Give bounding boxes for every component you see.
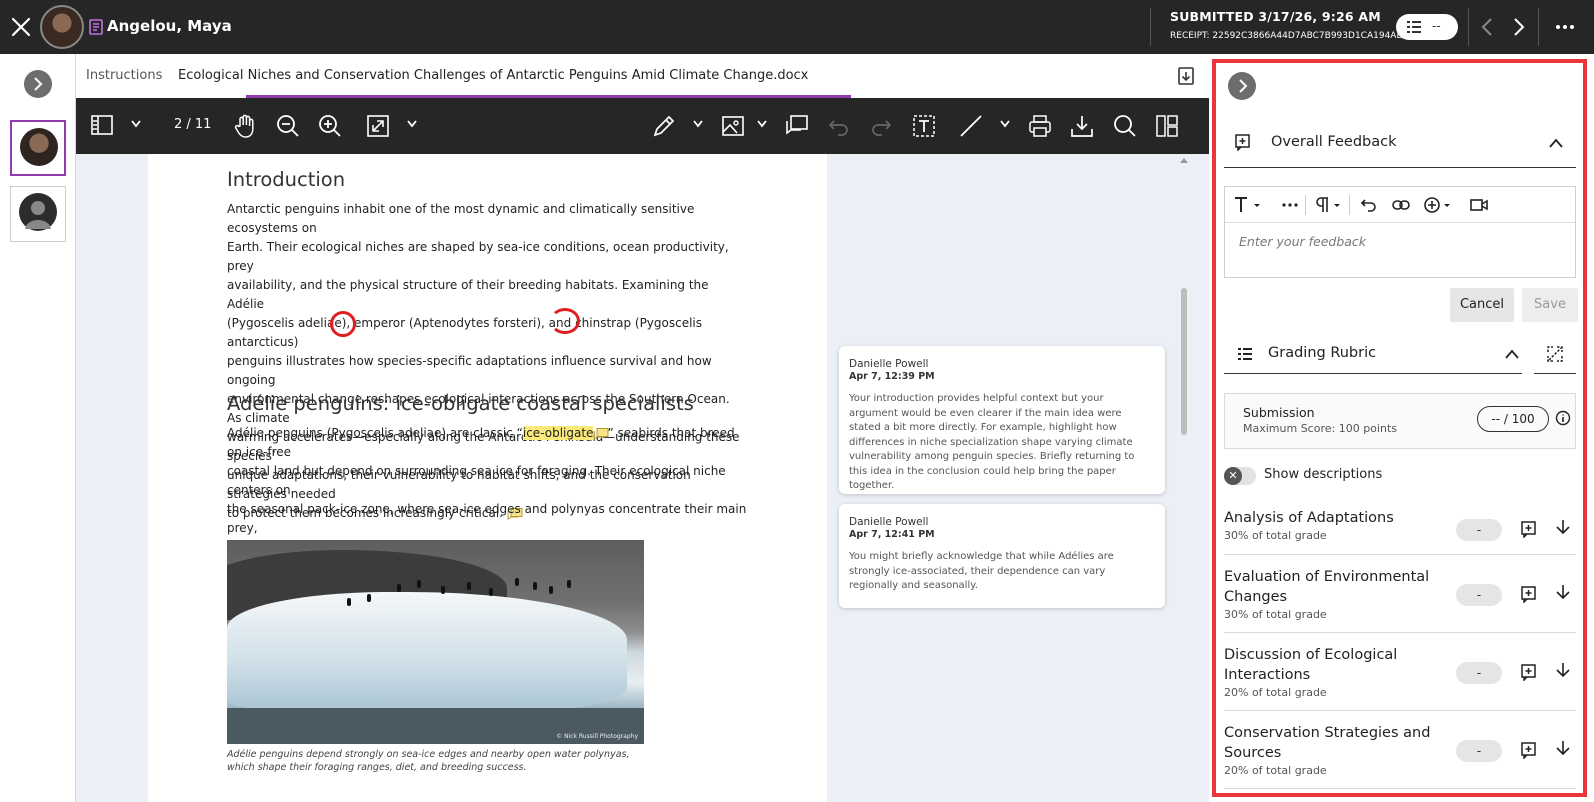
penguin-figure — [347, 598, 351, 606]
grade-pill[interactable]: -- — [1396, 14, 1458, 40]
circle-annotation[interactable] — [550, 308, 580, 334]
pan-hand-icon[interactable] — [232, 113, 258, 139]
close-icon[interactable] — [8, 14, 34, 40]
chevron-down-icon[interactable] — [999, 119, 1011, 129]
zoom-in-icon[interactable] — [317, 113, 343, 139]
grade-pill-value: -- — [1432, 19, 1441, 33]
student-rail — [0, 54, 76, 802]
text-line: (Pygoscelis adeliae), emperor (Aptenodyt… — [227, 316, 703, 349]
chevron-down-icon[interactable] — [756, 119, 768, 129]
penguin-figure — [397, 584, 401, 592]
tab-instructions[interactable]: Instructions — [86, 68, 162, 83]
penguin-figure — [367, 594, 371, 602]
image-icon[interactable] — [720, 113, 746, 139]
previous-student-icon[interactable] — [1480, 16, 1494, 38]
chevron-down-icon[interactable] — [692, 119, 704, 129]
penguin-iceberg-photo: © Nick Russill Photography — [227, 540, 644, 744]
scrollbar-thumb[interactable] — [1181, 288, 1187, 435]
search-icon[interactable] — [1112, 113, 1138, 139]
highlight-frame — [1212, 59, 1587, 797]
receipt-id: RECEIPT: 22592C3866A44D7ABC7B993D1CA194A… — [1170, 31, 1403, 41]
page-indicator: 2 / 11 — [174, 117, 212, 132]
text-line: availability, and the physical structure… — [227, 278, 709, 311]
avatar — [20, 128, 58, 166]
text-line: penguins illustrates how species-specifi… — [227, 354, 712, 387]
document-tabs: Instructions Ecological Niches and Conse… — [76, 54, 1209, 98]
photo-caption: Adélie penguins depend strongly on sea-i… — [227, 749, 630, 773]
comment-icon[interactable] — [784, 113, 810, 139]
penguin-figure — [515, 578, 519, 586]
divider — [1468, 8, 1469, 46]
document-page: Introduction Antarctic penguins inhabit … — [148, 154, 827, 802]
print-icon[interactable] — [1027, 113, 1053, 139]
penguin-figure — [441, 586, 445, 594]
text-line: Adélie penguins (Pygoscelis adeliae) are… — [227, 426, 523, 440]
line-icon[interactable] — [958, 113, 984, 139]
student-avatar — [40, 5, 84, 49]
page-layout-icon[interactable] — [1154, 113, 1180, 139]
tab-submission-file[interactable]: Ecological Niches and Conservation Chall… — [178, 68, 808, 83]
redo-icon[interactable] — [868, 113, 894, 139]
student-thumbnail[interactable] — [10, 186, 66, 242]
download-file-icon[interactable] — [1176, 66, 1196, 86]
comment-body: Your introduction provides helpful conte… — [849, 393, 1135, 491]
download-icon[interactable] — [1069, 113, 1095, 139]
highlighted-text[interactable]: ice-obligate — [522, 426, 594, 440]
text-box-icon[interactable] — [911, 113, 937, 139]
comment-card[interactable]: Danielle Powell Apr 7, 12:41 PM You migh… — [839, 504, 1165, 608]
comment-time: Apr 7, 12:41 PM — [849, 529, 935, 540]
divider — [1150, 8, 1151, 46]
photo-iceberg — [227, 592, 627, 712]
chevron-down-icon[interactable] — [406, 119, 418, 129]
penguin-figure — [467, 582, 471, 590]
comment-author: Danielle Powell — [849, 358, 929, 370]
document-viewer[interactable]: Introduction Antarctic penguins inhabit … — [76, 154, 1209, 802]
text-line: coastal land but depend on surrounding s… — [227, 464, 726, 497]
undo-icon[interactable] — [826, 113, 852, 139]
rubric-grid-icon — [1407, 21, 1421, 33]
adelie-paragraph[interactable]: Adélie penguins (Pygoscelis adeliae) are… — [227, 424, 747, 557]
avatar-placeholder — [19, 193, 57, 231]
sidebar-toggle-icon[interactable] — [90, 113, 114, 137]
student-thumbnail-active[interactable] — [10, 120, 66, 176]
circle-annotation[interactable] — [330, 311, 356, 337]
comment-body: You might briefly acknowledge that while… — [849, 551, 1114, 591]
annotation-toolbar: 2 / 11 — [76, 98, 1209, 154]
next-student-icon[interactable] — [1512, 16, 1526, 38]
chevron-right-icon — [34, 77, 43, 91]
comment-card[interactable]: Danielle Powell Apr 7, 12:39 PM Your int… — [839, 346, 1165, 494]
comment-marker-icon[interactable] — [593, 427, 609, 440]
penguin-figure — [489, 588, 493, 596]
penguin-figure — [549, 586, 553, 594]
zoom-out-icon[interactable] — [275, 113, 301, 139]
top-bar: Angelou, Maya SUBMITTED 3/17/26, 9:26 AM… — [0, 0, 1594, 54]
divider — [1538, 8, 1539, 46]
penguin-figure — [533, 582, 537, 590]
submission-document-icon — [89, 19, 103, 35]
scroll-up-icon[interactable] — [1179, 156, 1189, 164]
text-line: Earth. Their ecological niches are shape… — [227, 240, 729, 273]
section-heading: Introduction — [227, 168, 346, 191]
chevron-down-icon[interactable] — [130, 119, 142, 129]
text-line: the seasonal pack-ice zone, where sea-ic… — [227, 502, 747, 535]
comment-time: Apr 7, 12:39 PM — [849, 371, 935, 382]
more-options-icon[interactable] — [1554, 16, 1576, 38]
penguin-figure — [417, 580, 421, 588]
expand-rail-button[interactable] — [24, 70, 52, 98]
photo-credit: © Nick Russill Photography — [556, 733, 638, 740]
submitted-timestamp: SUBMITTED 3/17/26, 9:26 AM — [1170, 9, 1381, 24]
comment-author: Danielle Powell — [849, 516, 929, 528]
section-heading: Adélie penguins: ice-obligate coastal sp… — [227, 392, 694, 415]
pen-icon[interactable] — [651, 113, 677, 139]
fit-page-icon[interactable] — [365, 113, 391, 139]
penguin-figure — [567, 580, 571, 588]
text-line: Antarctic penguins inhabit one of the mo… — [227, 202, 695, 235]
student-name: Angelou, Maya — [107, 17, 232, 35]
document-scrollbar[interactable] — [1178, 154, 1190, 802]
